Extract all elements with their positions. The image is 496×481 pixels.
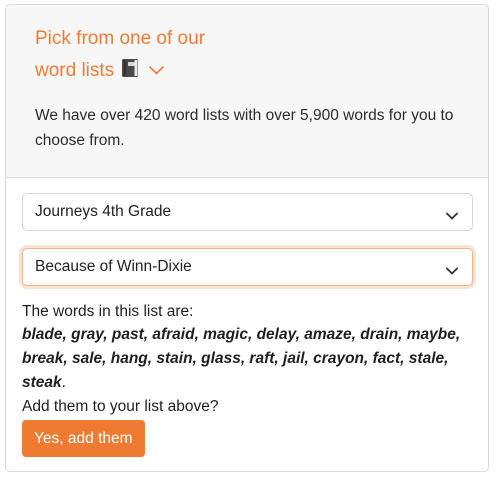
- add-words-button[interactable]: Yes, add them: [22, 420, 145, 457]
- chevron-down-icon: [446, 262, 458, 280]
- word-list-text: blade, gray, past, afraid, magic, delay,…: [22, 326, 461, 391]
- description: We have over 420 word lists with over 5,…: [35, 107, 454, 149]
- story-select[interactable]: Because of Winn-Dixie: [22, 248, 473, 286]
- chevron-down-icon: [446, 207, 458, 225]
- words-intro: The words in this list are:: [22, 303, 194, 320]
- word-list: blade, gray, past, afraid, magic, delay,…: [22, 323, 473, 395]
- story-select-value: Because of Winn-Dixie: [35, 258, 192, 275]
- card-header: Pick from one of our word lists We have …: [6, 5, 488, 178]
- grade-select-value: Journeys 4th Grade: [35, 203, 172, 220]
- word-list-period: .: [61, 374, 66, 391]
- book-icon: [121, 57, 139, 88]
- grade-select[interactable]: Journeys 4th Grade: [22, 193, 473, 231]
- card-body: Journeys 4th Grade Because of Winn-Dixie…: [6, 178, 488, 457]
- chevron-down-icon: [148, 54, 164, 85]
- word-list-card: Pick from one of our word lists We have …: [5, 4, 489, 472]
- title-line-2: word lists: [35, 60, 115, 81]
- word-lists-toggle[interactable]: Pick from one of our word lists: [35, 23, 459, 88]
- add-prompt: Add them to your list above?: [22, 398, 219, 415]
- title-line-1: Pick from one of our: [35, 28, 206, 49]
